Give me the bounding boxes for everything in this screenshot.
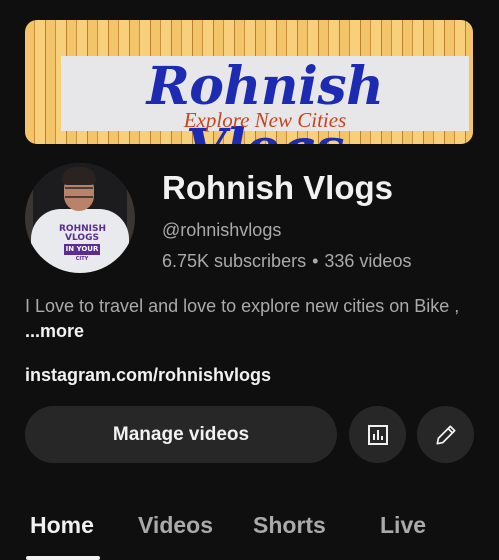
stats-separator: •	[312, 251, 319, 271]
channel-link[interactable]: instagram.com/rohnishvlogs	[25, 364, 271, 386]
avatar-shirt-logo: ROHNISH VLOGS IN YOUR CITY	[59, 225, 106, 264]
video-count: 336 videos	[324, 251, 412, 271]
subscriber-count: 6.75K subscribers	[162, 251, 307, 271]
banner-subtitle: Explore New Cities	[183, 108, 347, 132]
tab-live[interactable]: Live	[380, 508, 426, 542]
avatar-hair	[62, 167, 96, 185]
avatar-logo-line2: VLOGS	[65, 233, 99, 243]
tab-shorts[interactable]: Shorts	[253, 508, 326, 542]
channel-stats: 6.75K subscribers • 336 videos	[162, 250, 411, 272]
tab-home[interactable]: Home	[30, 508, 94, 542]
analytics-icon	[367, 424, 388, 445]
channel-handle: @rohnishvlogs	[162, 220, 282, 240]
avatar-logo-ribbon: IN YOUR	[63, 244, 101, 255]
channel-banner: Rohnish Vlogs Explore New Cities	[25, 20, 473, 144]
description-text: I Love to travel and love to explore new…	[25, 296, 460, 316]
edit-channel-button[interactable]	[417, 406, 474, 463]
channel-avatar[interactable]: ROHNISH VLOGS IN YOUR CITY	[25, 163, 135, 273]
channel-name: Rohnish Vlogs	[162, 169, 393, 206]
channel-tabs: Home Videos Shorts Live	[0, 508, 499, 560]
analytics-button[interactable]	[349, 406, 406, 463]
tab-videos[interactable]: Videos	[138, 508, 213, 542]
manage-videos-button[interactable]: Manage videos	[25, 406, 337, 463]
active-tab-indicator	[26, 556, 100, 560]
channel-description[interactable]: I Love to travel and love to explore new…	[25, 294, 465, 344]
avatar-glasses	[65, 187, 93, 198]
avatar-logo-line3: CITY	[75, 256, 89, 262]
banner-title-box: Rohnish Vlogs Explore New Cities	[61, 56, 469, 144]
pencil-icon	[435, 424, 456, 445]
description-more-link[interactable]: ...more	[25, 321, 84, 341]
